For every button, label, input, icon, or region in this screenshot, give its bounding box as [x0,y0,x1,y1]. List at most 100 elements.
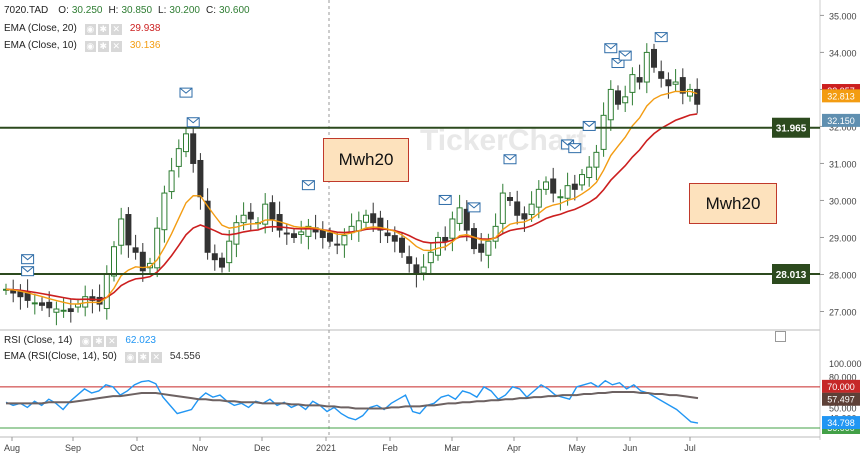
candle-body [672,81,679,85]
candle-body [442,236,449,242]
y-tick-label: 27.000 [829,307,857,317]
x-tick-label: Apr [507,443,521,453]
candle-body [283,232,290,235]
open-label: O: [58,5,69,16]
y-tick-label: 34.000 [829,48,857,58]
eye-icon[interactable]: ◉ [84,40,96,52]
candle-body [183,133,189,153]
annotation-box[interactable]: Mwh20 [689,183,777,224]
envelope-icon [568,143,582,154]
candle-body [528,203,535,216]
candle-body [636,77,643,83]
candle-body [370,213,377,224]
candle-body [535,188,542,208]
candle-body [39,302,45,306]
candle-body [341,235,348,246]
ema20-value: 29.938 [129,23,161,34]
annotation-box[interactable]: Mwh20 [323,138,409,182]
ema10-label: EMA (Close, 10) [4,40,77,51]
candle-body [132,247,139,253]
candle-body [269,202,276,220]
rsi-ema-legend: EMA (RSI(Close, 14), 50) ◉ ✱ ✕ 54.556 [4,350,200,364]
envelope-icon [503,154,517,165]
candle-body [543,181,549,190]
high-label: H: [108,5,119,16]
envelope-icon [467,202,481,213]
y-tick-label: 31.000 [829,159,857,169]
level-label: 31.965 [776,124,807,135]
ohlc-legend: 7020.TAD O: 30.250 H: 30.850 L: 30.200 C… [4,4,250,18]
candle-body [679,77,686,94]
eye-icon[interactable]: ◉ [80,335,92,347]
envelope-icon [186,117,200,128]
candle-body [420,266,427,274]
envelope-icon [179,87,193,98]
rsi-value: 62.023 [125,335,156,346]
gear-icon[interactable]: ✱ [137,351,149,363]
eye-icon[interactable]: ◉ [84,23,96,35]
close-label: C: [205,5,216,16]
gear-icon[interactable]: ✱ [97,23,109,35]
candle-body [499,192,506,224]
envelope-icon [301,180,315,191]
y-tick-label: 30.000 [829,196,857,206]
candle-body [168,170,175,193]
candle-body [125,214,132,246]
close-icon[interactable]: ✕ [110,23,122,35]
candle-body [593,151,600,168]
candle-body [607,88,614,121]
envelope-icon [582,120,596,131]
envelope-icon [618,50,632,61]
candle-body [485,240,492,256]
envelope-icon [604,43,618,54]
candle-body [67,308,74,312]
x-tick-label: Mar [444,443,460,453]
close-icon[interactable]: ✕ [106,335,118,347]
x-tick-label: Jun [623,443,638,453]
rsi-label: RSI (Close, 14) [4,335,73,346]
rsi-ema-value: 54.556 [169,351,201,362]
candle-body [175,148,182,167]
candle-body [161,192,168,231]
x-tick-label: May [568,443,586,453]
rsi-value-tag-label: 57.497 [827,395,855,405]
price-tag-label: 32.813 [827,91,855,101]
candle-body [600,114,607,150]
y-tick-label: 29.000 [829,233,857,243]
candle-body [435,236,441,256]
gear-icon[interactable]: ✱ [97,40,109,52]
eye-icon[interactable]: ◉ [124,351,136,363]
close-icon[interactable]: ✕ [110,40,122,52]
ema20-legend: EMA (Close, 20) ◉ ✱ ✕ 29.938 [4,22,160,36]
chart-svg: 27.00028.00029.00030.00031.00032.00033.0… [0,0,862,453]
candle-body [226,240,233,264]
y-tick-label: 35.000 [829,11,857,21]
envelope-icon [654,32,668,43]
y-tick-label: 28.000 [829,270,857,280]
pane-restore-button[interactable] [775,331,786,342]
candle-body [615,90,621,105]
candle-body [363,214,369,223]
x-tick-label: Sep [65,443,81,453]
candle-body [463,208,470,231]
rsi-y-tick-label: 100.000 [829,359,862,369]
candle-body [219,257,225,268]
close-value: 30.600 [218,5,250,16]
x-tick-label: Feb [382,443,398,453]
candle-body [456,207,463,224]
candle-body [247,211,254,220]
candle-body [118,218,125,246]
rsi-ema-line [6,391,699,410]
candle-body [586,166,593,179]
x-tick-label: 2021 [316,443,336,453]
candle-body [103,273,110,310]
x-tick-label: Aug [4,443,20,453]
candle-body [190,133,197,164]
envelope-icon [438,194,452,205]
ema10-legend: EMA (Close, 10) ◉ ✱ ✕ 30.136 [4,39,160,53]
candle-body [665,79,672,87]
gear-icon[interactable]: ✱ [93,335,105,347]
symbol-label: 7020.TAD [4,5,49,16]
close-icon[interactable]: ✕ [150,351,162,363]
candle-body [391,235,398,242]
